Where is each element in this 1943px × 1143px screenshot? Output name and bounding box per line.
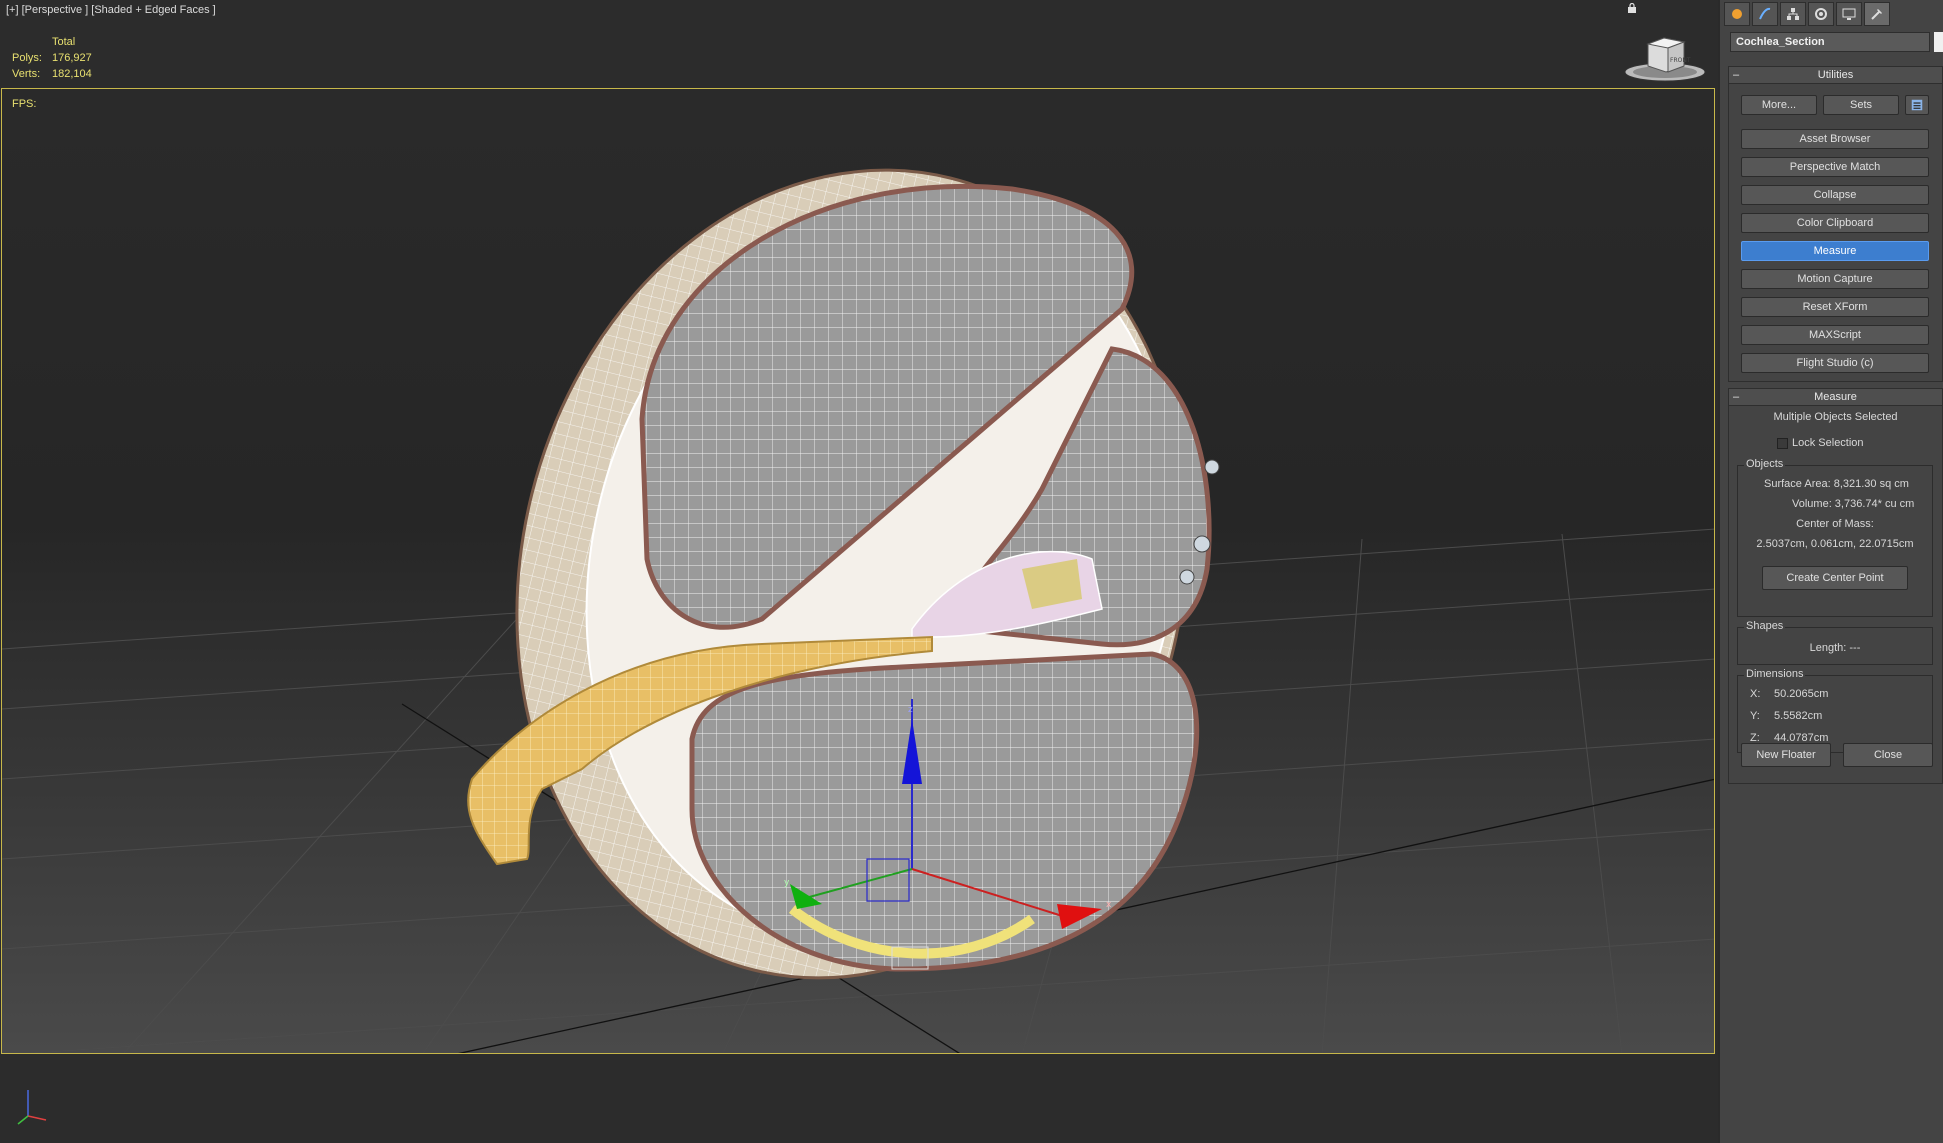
dimension-x-value: 50.2065cm xyxy=(1774,688,1829,700)
reset-xform-button[interactable]: Reset XForm xyxy=(1741,297,1929,317)
measure-button[interactable]: Measure xyxy=(1741,241,1929,261)
measure-rollout: – Measure Multiple Objects Selected Lock … xyxy=(1728,388,1943,784)
close-button[interactable]: Close xyxy=(1843,743,1933,767)
dimension-y-value: 5.5582cm xyxy=(1774,710,1823,722)
display-icon[interactable] xyxy=(1836,2,1862,26)
collapse-button[interactable]: Collapse xyxy=(1741,185,1929,205)
axis-tripod-icon xyxy=(17,1090,47,1125)
lock-selection-box[interactable] xyxy=(1777,437,1788,449)
lock-selection-checkbox[interactable]: Lock Selection xyxy=(1777,437,1864,449)
create-icon[interactable] xyxy=(1724,2,1750,26)
more-button[interactable]: More... xyxy=(1741,95,1817,115)
new-floater-button[interactable]: New Floater xyxy=(1741,743,1831,767)
polys-label: Polys: xyxy=(12,52,42,64)
lock-selection-label: Lock Selection xyxy=(1792,437,1864,449)
objects-group: Objects Surface Area: 8,321.30 sq cm Vol… xyxy=(1737,458,1933,617)
viewport-label-menu[interactable]: [+] [Perspective ] [Shaded + Edged Faces… xyxy=(6,4,216,16)
dimension-y-label: Y: xyxy=(1750,710,1760,722)
gizmo-x-label: x xyxy=(1106,900,1112,910)
cochlea-model[interactable] xyxy=(433,98,1271,1049)
viewcube[interactable]: FRONT xyxy=(1620,32,1710,84)
surface-area-readout: Surface Area: 8,321.30 sq cm xyxy=(1764,478,1909,490)
hierarchy-icon[interactable] xyxy=(1780,2,1806,26)
center-of-mass-label: Center of Mass: xyxy=(1796,518,1874,530)
volume-readout: Volume: 3,736.74* cu cm xyxy=(1792,498,1915,510)
object-name-field[interactable]: Cochlea_Section xyxy=(1730,32,1930,52)
scene-statistics: Total Polys: 176,927 Verts: 182,104 xyxy=(12,34,92,82)
configure-sets-icon[interactable] xyxy=(1905,95,1929,115)
perspective-viewport[interactable]: [+] [Perspective ] [Shaded + Edged Faces… xyxy=(0,0,1718,1143)
center-of-mass-value: 2.5037cm, 0.061cm, 22.0715cm xyxy=(1756,538,1914,550)
utilities-rollout-header[interactable]: – Utilities xyxy=(1729,67,1942,84)
command-panel: Cochlea_Section – Utilities More... Sets … xyxy=(1718,0,1943,1143)
object-color-swatch[interactable] xyxy=(1934,32,1943,52)
shapes-group-title: Shapes xyxy=(1744,620,1786,632)
fps-label: FPS: xyxy=(12,98,37,110)
scene-render[interactable]: z x y xyxy=(2,89,1715,1054)
shapes-group: Shapes Length: --- xyxy=(1737,620,1933,665)
dimensions-group-title: Dimensions xyxy=(1744,668,1806,680)
utilities-rollout: – Utilities More... Sets Asset Browser Pe… xyxy=(1728,66,1943,382)
active-viewport-frame[interactable]: z x y xyxy=(1,88,1715,1054)
dimensions-group: Dimensions X: 50.2065cm Y: 5.5582cm Z: 4… xyxy=(1737,668,1933,753)
command-panel-tabs xyxy=(1724,2,1890,26)
flight-studio-button[interactable]: Flight Studio (c) xyxy=(1741,353,1929,373)
verts-value: 182,104 xyxy=(52,68,92,80)
polys-value: 176,927 xyxy=(52,52,92,64)
asset-browser-button[interactable]: Asset Browser xyxy=(1741,129,1929,149)
viewcube-face-label: FRONT xyxy=(1670,57,1691,64)
motion-icon[interactable] xyxy=(1808,2,1834,26)
length-readout: Length: --- xyxy=(1809,642,1861,654)
gizmo-z-label: z xyxy=(908,705,913,715)
dimension-x-label: X: xyxy=(1750,688,1761,700)
verts-label: Verts: xyxy=(12,68,41,80)
gizmo-y-label: y xyxy=(784,878,790,888)
objects-group-title: Objects xyxy=(1744,458,1786,470)
create-center-point-button[interactable]: Create Center Point xyxy=(1762,566,1908,590)
selection-status: Multiple Objects Selected xyxy=(1773,411,1898,423)
modify-icon[interactable] xyxy=(1752,2,1778,26)
perspective-match-button[interactable]: Perspective Match xyxy=(1741,157,1929,177)
stats-header: Total xyxy=(52,36,76,48)
color-clipboard-button[interactable]: Color Clipboard xyxy=(1741,213,1929,233)
motion-capture-button[interactable]: Motion Capture xyxy=(1741,269,1929,289)
sets-button[interactable]: Sets xyxy=(1823,95,1899,115)
measure-rollout-header[interactable]: – Measure xyxy=(1729,389,1942,406)
utilities-icon[interactable] xyxy=(1864,2,1890,26)
maxscript-button[interactable]: MAXScript xyxy=(1741,325,1929,345)
lock-icon[interactable] xyxy=(1627,3,1637,13)
